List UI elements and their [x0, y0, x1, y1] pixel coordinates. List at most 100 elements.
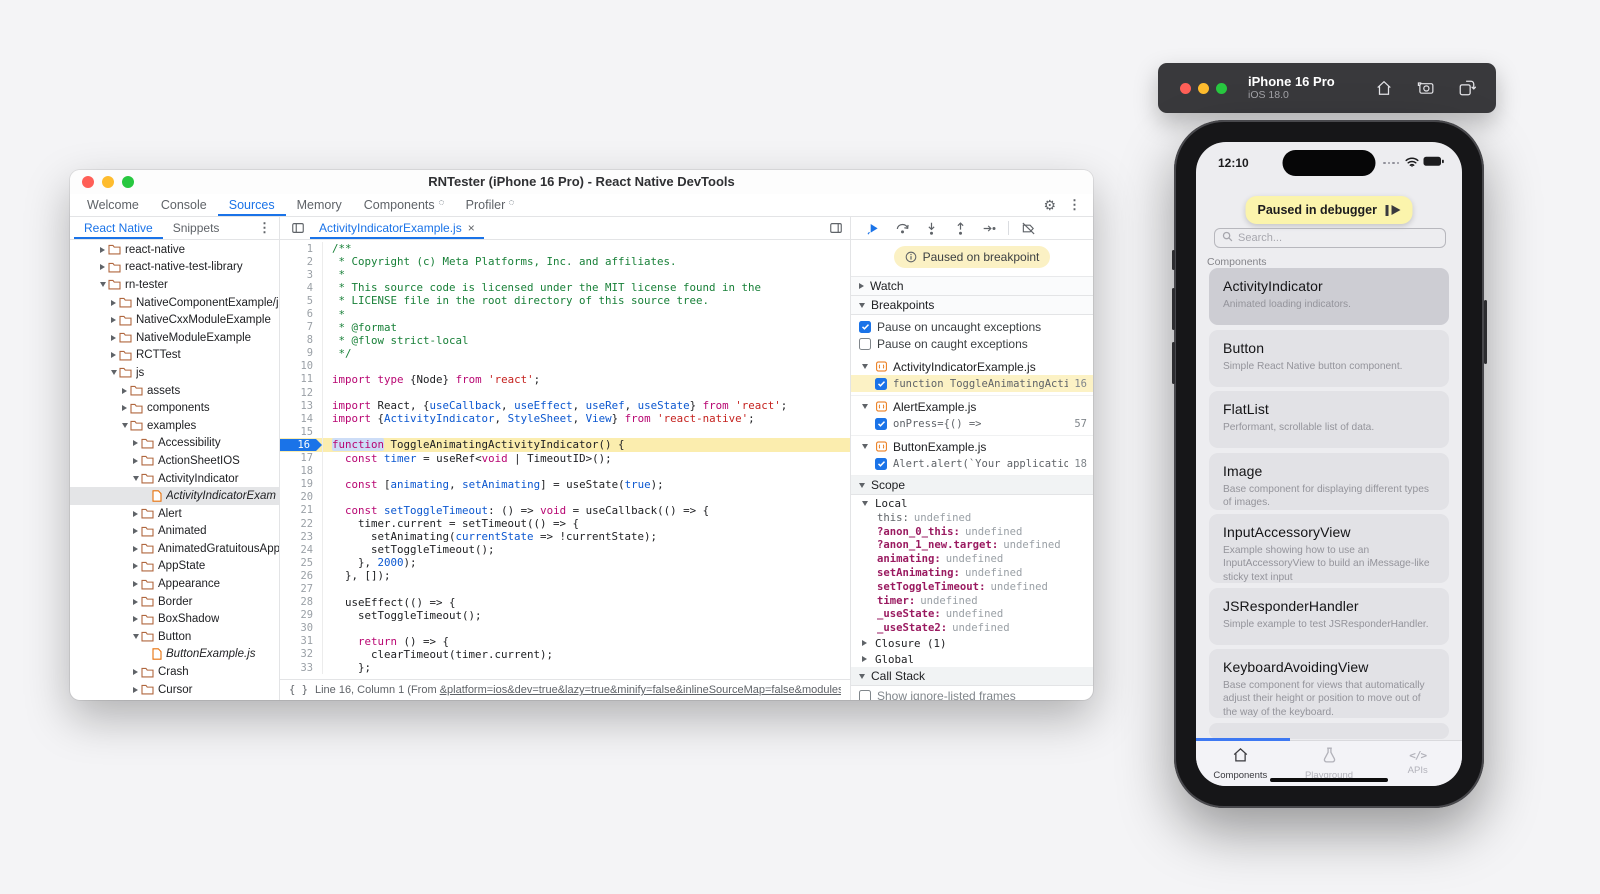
scope-variable[interactable]: this:undefined [851, 511, 1093, 525]
code-line-20[interactable]: 20 [280, 491, 850, 504]
code-line-31[interactable]: 31 return () => { [280, 635, 850, 648]
breakpoint-entry[interactable]: Alert.alert(`Your application…18 [851, 455, 1093, 472]
line-number[interactable]: 14 [280, 413, 322, 425]
checkbox[interactable] [859, 690, 871, 700]
callstack-section-header[interactable]: Call Stack [851, 667, 1093, 686]
component-card-activityindicator[interactable]: ActivityIndicator Animated loading indic… [1209, 268, 1449, 325]
tree-item-alert[interactable]: Alert [70, 505, 279, 523]
code-line-17[interactable]: 17 const timer = useRef<void | TimeoutID… [280, 452, 850, 465]
line-number[interactable]: 12 [280, 387, 322, 399]
line-number[interactable]: 4 [280, 282, 322, 294]
scope-variable[interactable]: ?anon_1_new.target:undefined [851, 539, 1093, 553]
code-line-3[interactable]: 3 * [280, 268, 850, 281]
tree-item-crash[interactable]: Crash [70, 663, 279, 681]
tab-console[interactable]: Console [150, 194, 218, 216]
scope-variable[interactable]: setAnimating:undefined [851, 566, 1093, 580]
line-number[interactable]: 7 [280, 321, 322, 333]
resume-play-icon[interactable] [1386, 205, 1401, 216]
code-line-14[interactable]: 14import {ActivityIndicator, StyleSheet,… [280, 412, 850, 425]
scope-variable[interactable]: setToggleTimeout:undefined [851, 580, 1093, 594]
tree-item-activityindicator[interactable]: ActivityIndicator [70, 470, 279, 488]
tab-profiler[interactable]: Profiler [455, 194, 526, 216]
checkbox[interactable] [875, 378, 887, 390]
rotate-device-icon[interactable] [1458, 79, 1476, 97]
line-number[interactable]: 15 [280, 426, 322, 438]
resume-script-icon[interactable] [863, 218, 883, 238]
line-number[interactable]: 11 [280, 373, 322, 385]
tree-item-animatedgratuitousapp[interactable]: AnimatedGratuitousApp [70, 540, 279, 558]
home-icon[interactable] [1375, 79, 1393, 97]
show-ignore-listed-frames[interactable]: Show ignore-listed frames [851, 686, 1093, 700]
tree-item-animated[interactable]: Animated [70, 523, 279, 541]
screenshot-camera-icon[interactable] [1416, 79, 1435, 97]
step-over-icon[interactable] [892, 218, 912, 238]
tree-item-button[interactable]: Button [70, 628, 279, 646]
tree-item-accessibility[interactable]: Accessibility [70, 435, 279, 453]
pretty-print-icon[interactable]: { } [289, 684, 308, 696]
line-number[interactable]: 13 [280, 400, 322, 412]
tree-item-appstate[interactable]: AppState [70, 558, 279, 576]
toggle-debugger-sidebar-icon[interactable] [826, 218, 846, 238]
code-line-5[interactable]: 5 * LICENSE file in the root directory o… [280, 294, 850, 307]
code-line-27[interactable]: 27 [280, 582, 850, 595]
tree-item-nativecxxmoduleexample[interactable]: NativeCxxModuleExample [70, 311, 279, 329]
tree-item-border[interactable]: Border [70, 593, 279, 611]
code-line-29[interactable]: 29 setToggleTimeout(); [280, 609, 850, 622]
line-number[interactable]: 2 [280, 256, 322, 268]
breakpoint-entry[interactable]: function ToggleAnimatingActiv…16 [851, 375, 1093, 392]
line-number[interactable]: 8 [280, 334, 322, 346]
line-number[interactable]: 23 [280, 531, 322, 543]
checkbox[interactable] [859, 321, 871, 333]
breakpoint-file[interactable]: ButtonExample.js [851, 438, 1093, 455]
line-number[interactable]: 18 [280, 465, 322, 477]
tree-item-appearance[interactable]: Appearance [70, 575, 279, 593]
component-card-flatlist[interactable]: FlatList Performant, scrollable list of … [1209, 391, 1449, 448]
home-indicator[interactable] [1270, 778, 1388, 783]
code-area[interactable]: 1/**2 * Copyright (c) Meta Platforms, In… [280, 240, 850, 679]
line-number[interactable]: 9 [280, 347, 322, 359]
line-number[interactable]: 27 [280, 583, 322, 595]
code-line-23[interactable]: 23 setAnimating(currentState => !current… [280, 530, 850, 543]
tree-item-rcttest[interactable]: RCTTest [70, 347, 279, 365]
line-number[interactable]: 25 [280, 557, 322, 569]
breakpoint-file[interactable]: ActivityIndicatorExample.js [851, 358, 1093, 375]
breakpoint-file[interactable]: AlertExample.js [851, 398, 1093, 415]
line-number[interactable]: 1 [280, 243, 322, 255]
scope-variable[interactable]: _useState2:undefined [851, 621, 1093, 635]
scope-variable[interactable]: _useState:undefined [851, 608, 1093, 622]
line-number[interactable]: 31 [280, 635, 322, 647]
line-number[interactable]: 19 [280, 478, 322, 490]
code-line-25[interactable]: 25 }, 2000); [280, 556, 850, 569]
tree-item-react-native-test-library[interactable]: react-native-test-library [70, 259, 279, 277]
line-number[interactable]: 24 [280, 544, 322, 556]
tree-item-buttonexample-js[interactable]: ButtonExample.js [70, 646, 279, 664]
hide-navigator-icon[interactable] [288, 218, 308, 238]
breakpoint-entry[interactable]: onPress={() =>57 [851, 415, 1093, 432]
code-line-30[interactable]: 30 [280, 622, 850, 635]
scope-variable[interactable]: ?anon_0_this:undefined [851, 525, 1093, 539]
scope-global[interactable]: Global [851, 651, 1093, 667]
code-line-13[interactable]: 13import React, {useCallback, useEffect,… [280, 399, 850, 412]
line-number[interactable]: 5 [280, 295, 322, 307]
line-number[interactable]: 30 [280, 622, 322, 634]
component-card-keyboardavoidingview[interactable]: KeyboardAvoidingView Base component for … [1209, 649, 1449, 718]
close-tab-icon[interactable]: × [468, 221, 475, 235]
scope-local[interactable]: Local [851, 495, 1093, 511]
checkbox[interactable] [875, 418, 887, 430]
code-line-32[interactable]: 32 clearTimeout(timer.current); [280, 648, 850, 661]
navigator-more-kebab-icon[interactable]: ⋮ [258, 220, 279, 236]
component-card-partial[interactable] [1209, 723, 1449, 739]
source-url-link[interactable]: &platform=ios&dev=true&lazy=true&minify=… [440, 684, 841, 696]
code-line-33[interactable]: 33 }; [280, 661, 850, 674]
checkbox[interactable] [875, 458, 887, 470]
line-number[interactable]: 21 [280, 504, 322, 516]
code-line-11[interactable]: 11import type {Node} from 'react'; [280, 373, 850, 386]
paused-in-debugger-banner[interactable]: Paused in debugger [1246, 196, 1413, 224]
code-line-10[interactable]: 10 [280, 360, 850, 373]
checkbox[interactable] [859, 338, 871, 350]
code-line-22[interactable]: 22 timer.current = setTimeout(() => { [280, 517, 850, 530]
line-number[interactable]: 22 [280, 518, 322, 530]
line-number[interactable]: 17 [280, 452, 322, 464]
pause-option[interactable]: Pause on uncaught exceptions [851, 318, 1093, 335]
tree-item-devsettings[interactable]: DevSettings [70, 698, 279, 700]
